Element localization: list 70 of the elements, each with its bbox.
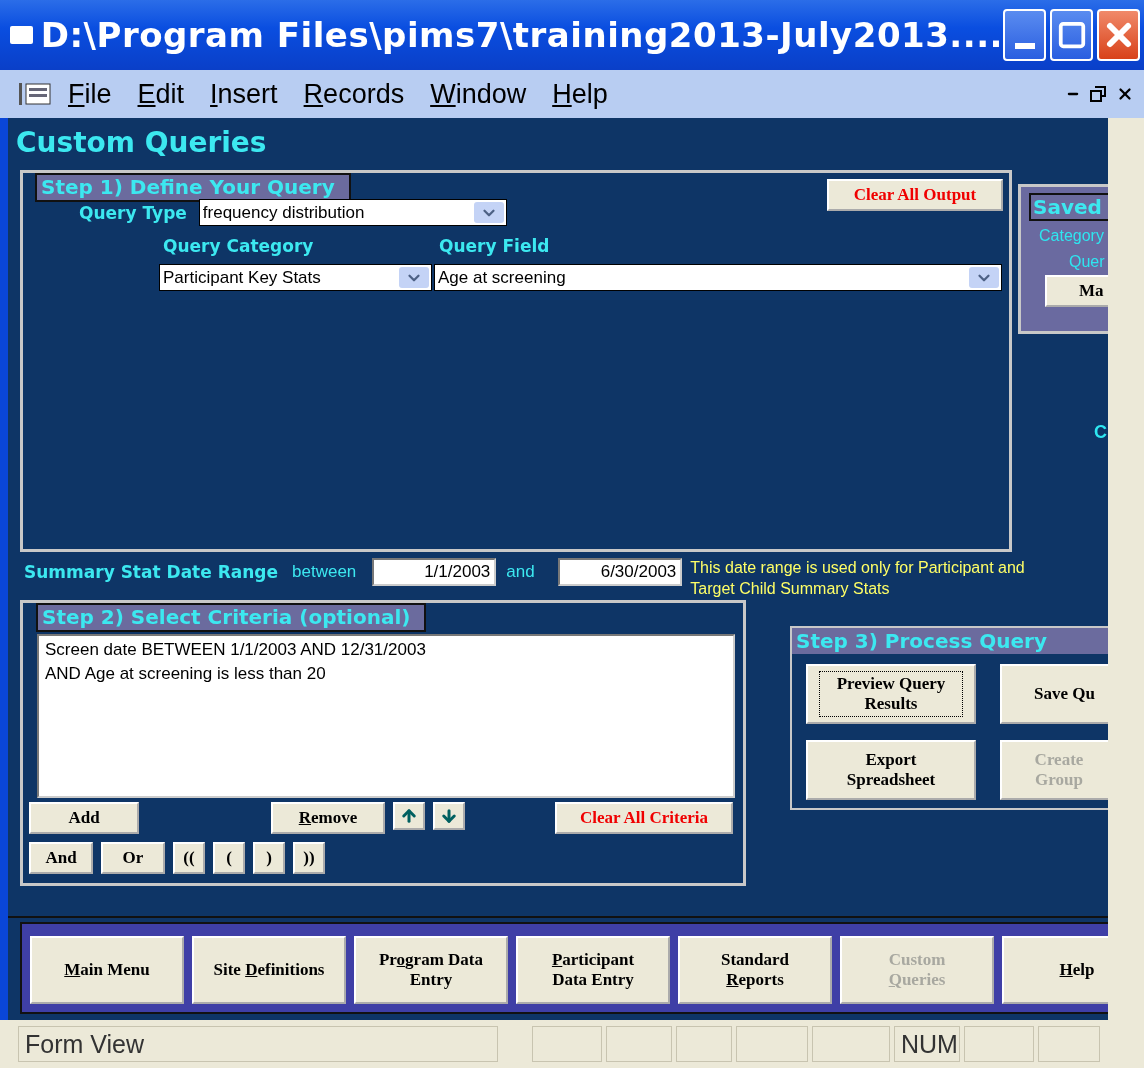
menu-item[interactable]: Edit	[137, 78, 185, 110]
minimize-icon	[1014, 43, 1035, 49]
clear-output-button[interactable]: Clear All Output	[827, 179, 1003, 211]
operator-button[interactable]: And	[29, 842, 93, 874]
query-category-dropdown[interactable]: Participant Key Stats	[159, 264, 432, 291]
navigation-button[interactable]: Program Data Entry	[354, 936, 508, 1004]
criteria-line: AND Age at screening is less than 20	[45, 663, 327, 685]
status-mode: Form View	[18, 1026, 498, 1062]
num-lock-indicator: NUM	[894, 1026, 960, 1062]
form-icon[interactable]	[18, 81, 52, 107]
maximize-button[interactable]	[1050, 9, 1093, 61]
status-panel	[964, 1026, 1034, 1062]
navigation-button[interactable]: Participant Data Entry	[516, 936, 670, 1004]
navigation-button[interactable]: Site Definitions	[192, 936, 346, 1004]
criteria-list[interactable]: Screen date BETWEEN 1/1/2003 AND 12/31/2003 AND Age at screening is less than 20	[37, 634, 735, 798]
window-icon	[10, 26, 33, 44]
operator-button[interactable]: (	[213, 842, 245, 874]
operator-button[interactable]: Or	[101, 842, 165, 874]
navigation-button[interactable]: Main Menu	[30, 936, 184, 1004]
clear-criteria-button[interactable]: Clear All Criteria	[555, 802, 733, 834]
menu-item[interactable]: File	[68, 78, 112, 110]
close-icon[interactable]	[1116, 85, 1134, 103]
field-label: Query Type	[79, 202, 187, 223]
panel-title: Saved	[1029, 193, 1108, 221]
operator-button[interactable]: )	[253, 842, 285, 874]
status-panel	[736, 1026, 808, 1062]
arrow-down-icon	[440, 807, 458, 825]
field-label: between	[292, 562, 357, 582]
operator-button[interactable]: ((	[173, 842, 205, 874]
status-panel	[676, 1026, 732, 1062]
field-label: Query Category	[163, 236, 315, 256]
remove-button[interactable]: Remove	[271, 802, 385, 834]
date-range-note: This date range is used only for Participant and Target Child Summary Stats	[690, 558, 1026, 599]
window-title: D:\Program Files\pims7\training2013-July2013....	[40, 15, 1004, 55]
close-button[interactable]	[1097, 9, 1140, 61]
panel-title: Step 3) Process Query	[792, 628, 1108, 654]
process-query-button[interactable]: Save Qu	[1000, 664, 1108, 724]
field-label: Summary Stat Date Range	[24, 562, 279, 582]
start-date-field[interactable]: 1/1/2003	[372, 558, 497, 586]
add-button[interactable]: Add	[29, 802, 139, 834]
query-type-dropdown[interactable]: frequency distribution	[198, 199, 507, 226]
field-label: Category	[1039, 227, 1105, 245]
status-panel	[606, 1026, 672, 1062]
field-label: and	[506, 562, 536, 582]
maximize-icon	[1056, 20, 1087, 50]
menu-item[interactable]: Records	[303, 78, 405, 110]
navigation-button[interactable]: Help	[1002, 936, 1108, 1004]
restore-icon[interactable]	[1090, 86, 1106, 102]
navigation-button[interactable]: Standard Reports	[678, 936, 832, 1004]
panel-title: Step 2) Select Criteria (optional)	[36, 603, 427, 632]
status-panel	[532, 1026, 602, 1062]
end-date-field[interactable]: 6/30/2003	[558, 558, 683, 586]
menu-item[interactable]: Insert	[210, 78, 278, 110]
form-heading: Custom Queries	[15, 126, 268, 161]
process-query-button[interactable]: Preview Query Results	[806, 664, 976, 724]
saved-query-button[interactable]: Ma	[1045, 275, 1108, 307]
query-field-dropdown[interactable]: Age at screening	[434, 264, 1002, 291]
menu-item[interactable]: Help	[552, 78, 608, 110]
field-label: C	[1094, 422, 1108, 443]
process-query-button[interactable]: Export Spreadsheet	[806, 740, 976, 800]
field-label: Query Field	[439, 236, 550, 256]
panel-title: Step 1) Define Your Query	[35, 173, 351, 202]
status-panel	[1038, 1026, 1100, 1062]
move-up-button[interactable]	[393, 802, 425, 830]
field-label: Quer	[1069, 253, 1106, 271]
criteria-line: Screen date BETWEEN 1/1/2003 AND 12/31/2003	[45, 639, 427, 661]
menu-item[interactable]: Window	[430, 78, 527, 110]
move-down-button[interactable]	[433, 802, 465, 830]
operator-button[interactable]: ))	[293, 842, 325, 874]
minimize-button[interactable]	[1003, 9, 1047, 61]
